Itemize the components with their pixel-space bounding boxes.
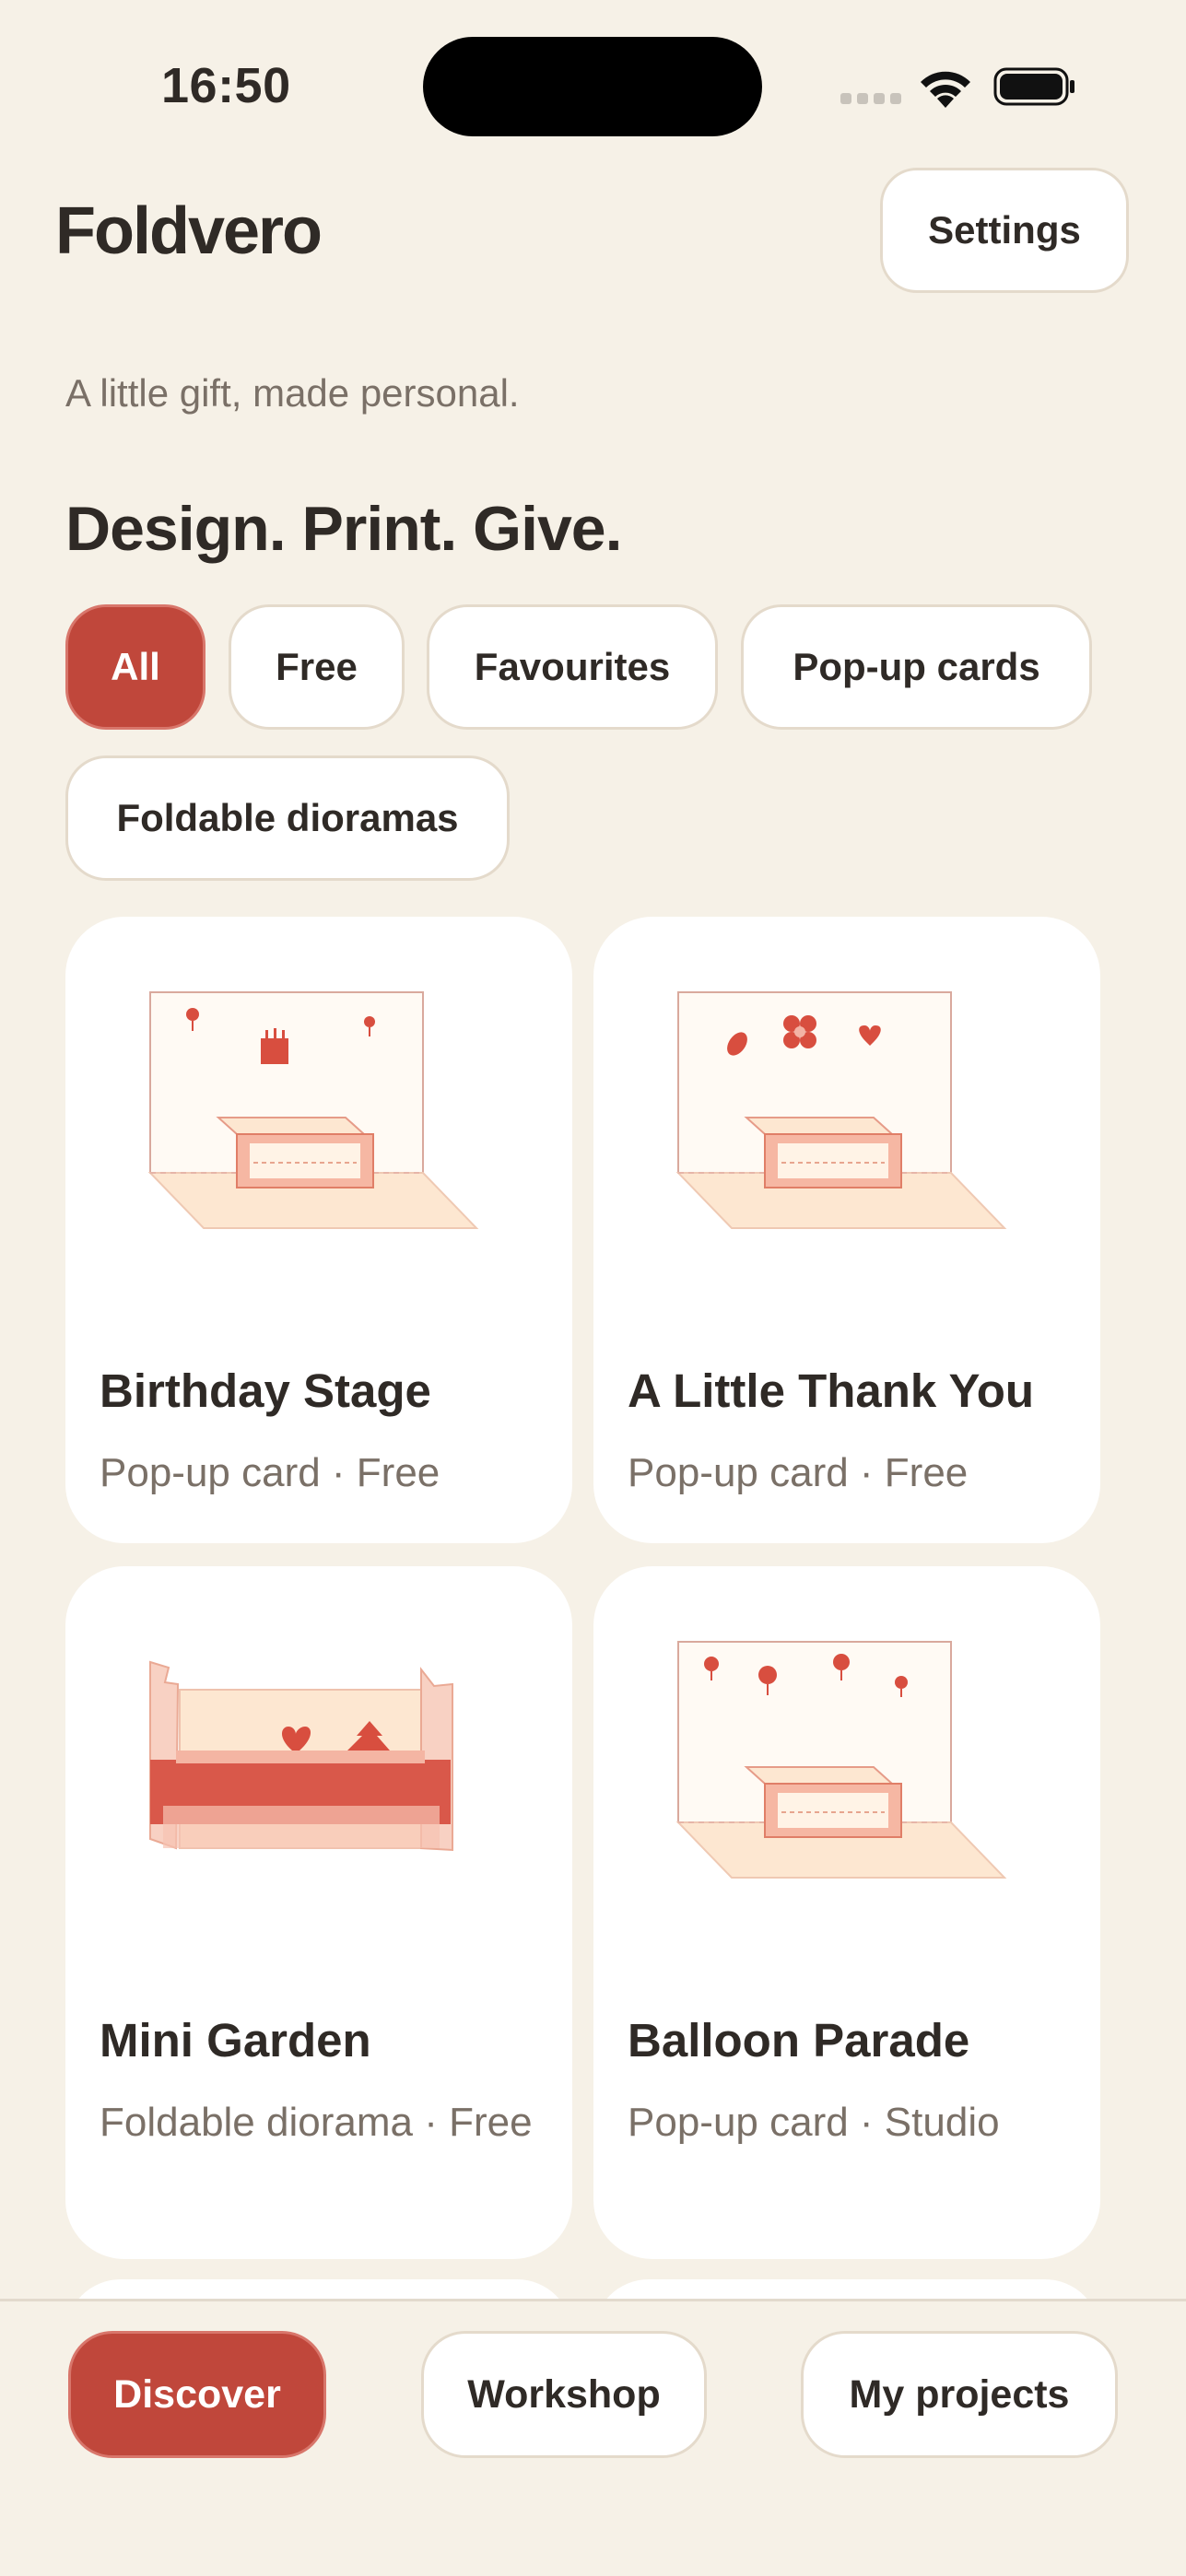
thank-you-popup-illustration — [675, 991, 1007, 1229]
filter-chip-free[interactable]: Free — [229, 604, 405, 730]
template-card-balloon-parade[interactable]: Balloon Parade Pop-up card · Studio — [593, 1566, 1100, 2259]
battery-icon — [993, 67, 1074, 106]
wifi-icon — [921, 71, 970, 108]
status-time: 16:50 — [161, 58, 291, 113]
settings-button[interactable]: Settings — [880, 168, 1129, 293]
template-card-a-little-thank-you[interactable]: A Little Thank You Pop-up card · Free — [593, 917, 1100, 1543]
nav-discover[interactable]: Discover — [68, 2331, 326, 2458]
signal-icon — [840, 93, 901, 104]
filter-chip-foldable-dioramas[interactable]: Foldable dioramas — [65, 755, 510, 881]
template-card-birthday-stage[interactable]: Birthday Stage Pop-up card · Free — [65, 917, 572, 1543]
filter-chip-popup-cards[interactable]: Pop-up cards — [741, 604, 1092, 730]
nav-my-projects[interactable]: My projects — [801, 2331, 1118, 2458]
card-title: Balloon Parade — [628, 2014, 970, 2067]
page-headline: Design. Print. Give. — [65, 494, 622, 564]
filter-chip-all[interactable]: All — [65, 604, 205, 730]
filter-chip-favourites[interactable]: Favourites — [427, 604, 718, 730]
tagline: A little gift, made personal. — [65, 371, 520, 415]
garden-diorama-illustration — [149, 1660, 453, 1852]
app-title: Foldvero — [55, 194, 323, 268]
balloon-popup-illustration — [675, 1641, 1007, 1879]
card-subtitle: Pop-up card · Free — [628, 1450, 969, 1495]
dynamic-island — [423, 37, 762, 136]
card-subtitle: Pop-up card · Free — [100, 1450, 440, 1495]
card-title: A Little Thank You — [628, 1364, 1035, 1417]
card-title: Birthday Stage — [100, 1364, 431, 1417]
bottom-nav: Discover Workshop My projects — [0, 2299, 1186, 2576]
card-subtitle: Foldable diorama · Free — [100, 2100, 533, 2145]
card-subtitle: Pop-up card · Studio — [628, 2100, 1000, 2145]
card-title: Mini Garden — [100, 2014, 371, 2067]
template-card-mini-garden[interactable]: Mini Garden Foldable diorama · Free — [65, 1566, 572, 2259]
nav-workshop[interactable]: Workshop — [421, 2331, 707, 2458]
birthday-popup-illustration — [147, 991, 479, 1229]
